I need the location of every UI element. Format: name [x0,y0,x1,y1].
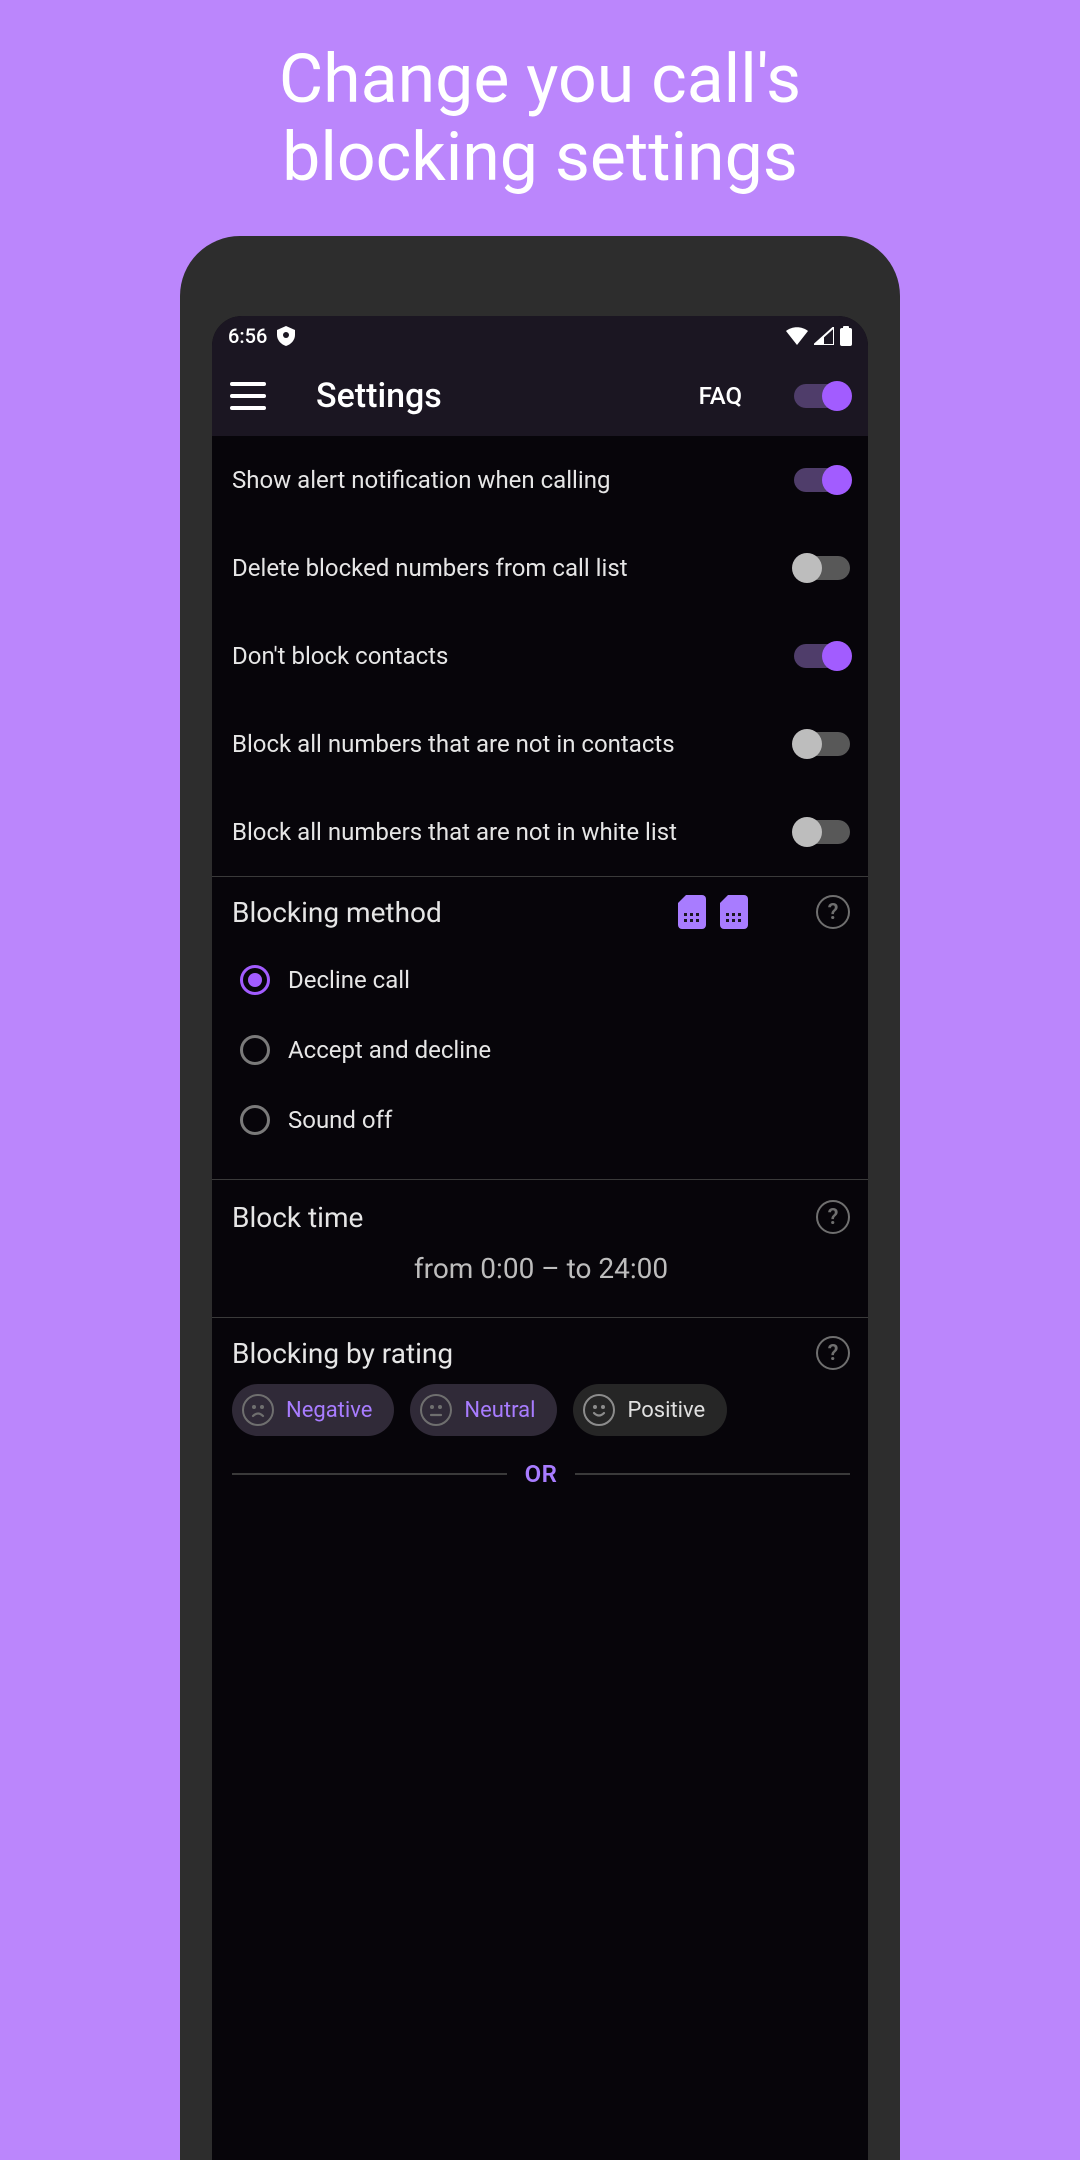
blocking-method-section: Blocking method ? Decline call Accept an… [212,877,868,1179]
chip-negative[interactable]: Negative [232,1384,394,1436]
toggle[interactable] [794,732,850,756]
setting-dont-block-contacts[interactable]: Don't block contacts [212,612,868,700]
faq-button[interactable]: FAQ [699,382,742,410]
phone-frame: 6:56 Settings FAQ [180,236,900,2160]
setting-label: Block all numbers that are not in contac… [232,730,675,758]
chip-neutral[interactable]: Neutral [410,1384,557,1436]
setting-delete-blocked[interactable]: Delete blocked numbers from call list [212,524,868,612]
setting-label: Don't block contacts [232,642,448,670]
divider-line [575,1473,850,1475]
face-neutral-icon [420,1394,452,1426]
setting-label: Show alert notification when calling [232,466,610,494]
radio-label: Decline call [288,966,410,994]
toggle[interactable] [794,468,850,492]
signal-icon [814,327,834,345]
settings-list: Show alert notification when calling Del… [212,436,868,876]
toggle[interactable] [794,556,850,580]
master-toggle[interactable] [794,384,850,408]
blocking-method-title: Blocking method [232,896,664,929]
help-icon[interactable]: ? [816,1200,850,1234]
face-sad-icon [242,1394,274,1426]
sim2-icon[interactable] [720,895,748,929]
chip-label: Positive [627,1398,705,1423]
rating-chips: Negative Neutral Positive [232,1384,850,1454]
block-time-title: Block time [232,1201,816,1234]
help-icon[interactable]: ? [816,895,850,929]
or-divider: OR [232,1454,850,1488]
setting-block-not-in-contacts[interactable]: Block all numbers that are not in contac… [212,700,868,788]
status-bar: 6:56 [212,316,868,356]
setting-show-alert[interactable]: Show alert notification when calling [212,436,868,524]
radio-label: Accept and decline [288,1036,491,1064]
divider-line [232,1473,507,1475]
radio-sound-off[interactable]: Sound off [240,1085,850,1155]
phone-screen: 6:56 Settings FAQ [212,316,868,2160]
setting-label: Block all numbers that are not in white … [232,818,677,846]
page-title: Settings [298,376,667,416]
wifi-icon [786,327,808,345]
chip-label: Neutral [464,1398,535,1423]
setting-block-not-in-whitelist[interactable]: Block all numbers that are not in white … [212,788,868,876]
help-icon[interactable]: ? [816,1336,850,1370]
battery-icon [840,326,852,346]
sim1-icon[interactable] [678,895,706,929]
radio-accept-decline[interactable]: Accept and decline [240,1015,850,1085]
chip-positive[interactable]: Positive [573,1384,727,1436]
or-label: OR [525,1460,558,1488]
chip-label: Negative [286,1398,372,1423]
toggle[interactable] [794,644,850,668]
hero-line-2: blocking settings [279,118,801,196]
status-time: 6:56 [228,324,267,348]
radio-list: Decline call Accept and decline Sound of… [232,933,850,1169]
app-bar: Settings FAQ [212,356,868,436]
radio-label: Sound off [288,1106,392,1134]
hero-title: Change you call's blocking settings [279,40,801,196]
shield-icon [277,326,295,346]
radio[interactable] [240,1035,270,1065]
radio-decline-call[interactable]: Decline call [240,945,850,1015]
hero-line-1: Change you call's [279,40,801,118]
face-happy-icon [583,1394,615,1426]
menu-icon[interactable] [230,382,266,410]
setting-label: Delete blocked numbers from call list [232,554,628,582]
block-time-value[interactable]: from 0:00 – to 24:00 [232,1234,850,1307]
toggle[interactable] [794,820,850,844]
blocking-by-rating-title: Blocking by rating [232,1337,816,1370]
radio[interactable] [240,1105,270,1135]
blocking-by-rating-section: Blocking by rating ? Negative Neutral [212,1318,868,1498]
radio[interactable] [240,965,270,995]
block-time-section: Block time ? from 0:00 – to 24:00 [212,1180,868,1317]
